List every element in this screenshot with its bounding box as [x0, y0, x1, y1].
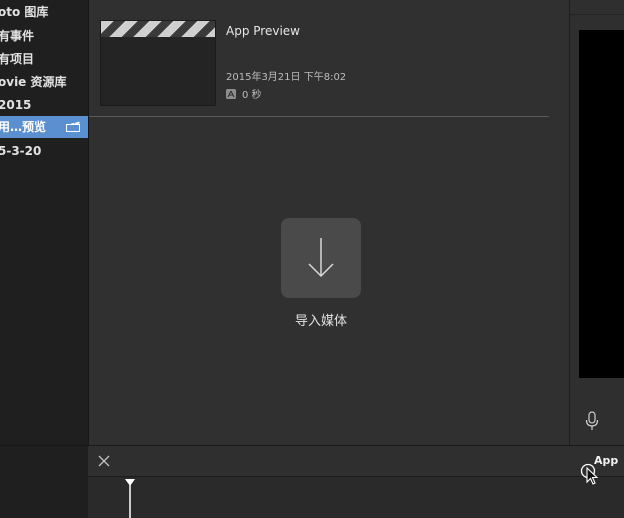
- sidebar-item-year-2015[interactable]: 2015: [0, 94, 88, 116]
- sidebar-item-event-date[interactable]: 5-3-20: [0, 140, 88, 162]
- sidebar-item-label: 有事件: [0, 29, 35, 43]
- sidebar-bottom: [0, 445, 88, 518]
- timeline-toolbar: App: [88, 446, 624, 477]
- timeline-area: App: [88, 445, 624, 518]
- sidebar-item-label: 2015: [0, 98, 32, 112]
- imovie-window: oto 图库 有事件 有项目 ovie 资源库 2015 用…预览 5-3-20: [0, 0, 624, 518]
- sidebar-item-all-projects[interactable]: 有项目: [0, 48, 88, 70]
- clip-date: 2015年3月21日 下午8:02: [226, 72, 347, 83]
- sidebar-item-label: 用…预览: [0, 120, 47, 134]
- clip-title: App Preview: [226, 24, 300, 38]
- sidebar-item-imovie-library[interactable]: ovie 资源库: [0, 71, 88, 93]
- video-viewer[interactable]: [579, 30, 624, 378]
- clip-thumbnail[interactable]: [100, 20, 216, 106]
- down-arrow-icon: [308, 238, 334, 278]
- mouse-pointer-icon: [580, 463, 599, 485]
- import-media-label[interactable]: 导入媒体: [271, 310, 371, 329]
- clip-duration: 0 秒: [242, 90, 262, 101]
- sidebar-item-label: 有项目: [0, 52, 35, 66]
- sidebar-item-label: ovie 资源库: [0, 75, 67, 89]
- section-divider: [89, 116, 549, 117]
- library-sidebar: oto 图库 有事件 有项目 ovie 资源库 2015 用…预览 5-3-20: [0, 0, 89, 445]
- playhead[interactable]: [124, 479, 136, 518]
- viewer-panel: [569, 0, 624, 445]
- sidebar-item-app-preview[interactable]: 用…预览: [0, 116, 88, 138]
- microphone-icon[interactable]: [584, 410, 600, 432]
- sidebar-item-photos-library[interactable]: oto 图库: [0, 1, 88, 23]
- clapperboard-icon: [66, 121, 80, 132]
- event-browser: App Preview 2015年3月21日 下午8:02 0 秒 导入媒体: [89, 0, 569, 445]
- clapper-stripes: [101, 21, 215, 37]
- sidebar-item-all-events[interactable]: 有事件: [0, 25, 88, 47]
- app-store-icon: [226, 89, 236, 99]
- close-icon[interactable]: [98, 455, 110, 467]
- sidebar-item-label: oto 图库: [0, 5, 49, 19]
- viewer-toolbar: [570, 0, 624, 15]
- clip-duration-row: 0 秒: [226, 89, 262, 103]
- import-media-button[interactable]: [281, 218, 361, 298]
- sidebar-item-label: 5-3-20: [0, 144, 42, 158]
